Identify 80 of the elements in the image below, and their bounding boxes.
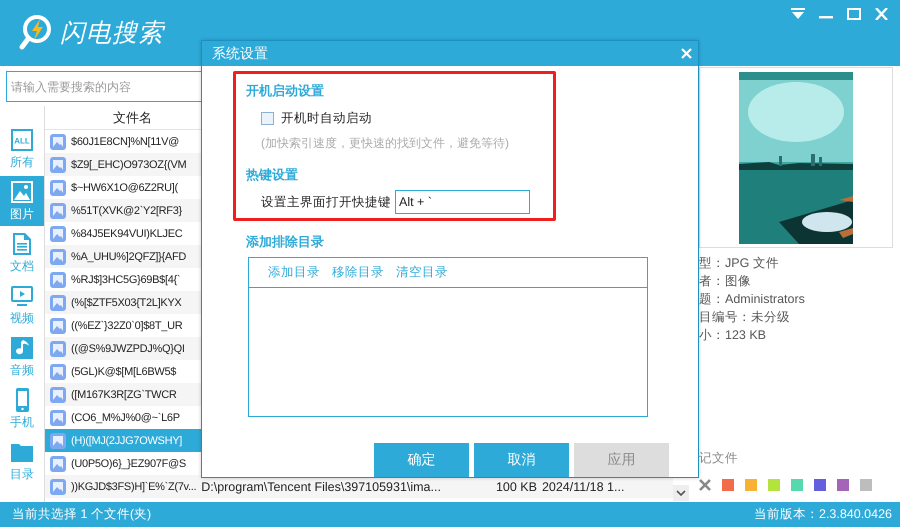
image-file-icon [50, 340, 66, 356]
file-detail: 型：JPG 文件 [699, 255, 780, 272]
image-file-icon [50, 432, 66, 448]
section-heading: 热键设置 [246, 166, 299, 184]
file-name: ))KGJD$3FS)H]`E%`Z(7v... [71, 480, 196, 492]
file-name: %RJ$]3HC5G}69B$[4{` [71, 274, 180, 286]
hotkey-field[interactable]: Alt + ` [395, 190, 530, 214]
dropdown-menu-icon[interactable] [791, 8, 805, 20]
action-link[interactable]: 清空目录 [396, 264, 448, 281]
file-name: ([M167K3R[ZG`TWCR [71, 388, 177, 400]
image-file-icon [50, 478, 66, 494]
file-name: ((@S%9JWZPDJ%Q}QI [71, 342, 185, 354]
file-path: D:\program\Tencent Files\397105931\ima... [201, 480, 441, 494]
all-icon: ALL [10, 128, 34, 152]
image-file-icon [50, 248, 66, 264]
image-file-icon [50, 134, 66, 150]
image-file-icon [50, 226, 66, 242]
version-label: 当前版本：2.3.840.0426 [754, 506, 892, 523]
file-date: 2024/11/18 1... [542, 480, 624, 494]
section-heading: 添加排除目录 [246, 233, 325, 251]
image-file-icon [50, 410, 66, 426]
image-file-icon [50, 456, 66, 472]
file-name: (%[$ZTF5X03{T2L]KYX [71, 296, 182, 308]
file-detail: 者：图像 [699, 273, 752, 290]
file-name: %84J5EK94VUI)KLJEC [71, 228, 182, 240]
image-file-icon [50, 202, 66, 218]
tag-heading: 记文件 [699, 450, 739, 467]
action-link[interactable]: 移除目录 [332, 264, 384, 281]
color-tag[interactable] [745, 479, 757, 491]
file-row[interactable]: ))KGJD$3FS)H]`E%`Z(7v... D:\program\Tencent Files\397105931\ima... 100 KB 2024/11/18 1... [45, 475, 673, 498]
dialog-button[interactable]: 确定 [374, 443, 469, 477]
image-file-icon [50, 364, 66, 380]
image-file-icon [50, 180, 66, 196]
file-name: (U0P5O)6}_}EZ907F@S [71, 458, 186, 470]
color-tag[interactable] [860, 479, 872, 491]
file-name: (H)([MJ(2JJG7OWSHY] [71, 434, 182, 446]
dialog-button[interactable]: 取消 [474, 443, 569, 477]
file-detail: 小：123 KB [699, 327, 768, 344]
checkbox[interactable] [261, 112, 274, 125]
section-heading: 开机启动设置 [246, 82, 325, 100]
image-file-icon [50, 294, 66, 310]
close-icon[interactable] [681, 48, 692, 59]
color-tag[interactable] [814, 479, 826, 491]
color-tag[interactable] [837, 479, 849, 491]
hint-text: (加快索引速度，更快速的找到文件，避免等待) [261, 135, 510, 152]
file-detail: 题：Administrators [699, 291, 806, 308]
lightning-logo-icon [18, 14, 54, 50]
document-icon [10, 232, 34, 256]
scroll-down-icon[interactable] [673, 485, 689, 501]
music-note-icon [10, 336, 34, 360]
dialog-title: 系统设置 [212, 44, 268, 62]
app-title: 闪电搜索 [60, 18, 164, 48]
close-icon[interactable] [875, 8, 888, 20]
image-icon [10, 180, 34, 204]
maximize-icon[interactable] [847, 8, 861, 20]
file-name: $60J1E8CN]%N[11V@ [71, 136, 179, 148]
sidebar-item[interactable]: 图片 [0, 176, 44, 226]
file-name: (5GL)K@$[M[L6BW5$ [71, 366, 176, 378]
color-tag[interactable] [791, 479, 803, 491]
file-name: %51T(XVK@2`Y2[RF3} [71, 204, 182, 216]
file-size: 100 KB [496, 480, 537, 494]
image-file-icon [50, 272, 66, 288]
color-tag[interactable] [722, 479, 734, 491]
hotkey-label: 设置主界面打开快捷键 [261, 194, 391, 210]
image-file-icon [50, 318, 66, 334]
color-tag[interactable] [768, 479, 780, 491]
checkbox-label: 开机时自动启动 [281, 110, 372, 127]
file-name: (CO6_M%J%0@~`L6P [71, 412, 180, 424]
video-icon [10, 284, 34, 308]
clear-tag-icon[interactable] [699, 479, 711, 491]
selection-count: 当前共选择 1 个文件(夹) [12, 506, 152, 523]
image-file-icon [50, 386, 66, 402]
image-file-icon [50, 156, 66, 172]
file-name: ((%EZ`}32Z0`0]$8T_UR [71, 320, 182, 332]
file-detail: 目编号：未分级 [699, 309, 791, 326]
file-name: %A_UHU%]2QFZ]}{AFD [71, 250, 186, 262]
file-name: $~HW6X1O@6Z2RU]( [71, 182, 178, 194]
action-link[interactable]: 添加目录 [268, 264, 320, 281]
file-name: $Z9[_EHC)O973OZ{(VM [71, 158, 186, 170]
column-header: 文件名 [112, 108, 153, 126]
